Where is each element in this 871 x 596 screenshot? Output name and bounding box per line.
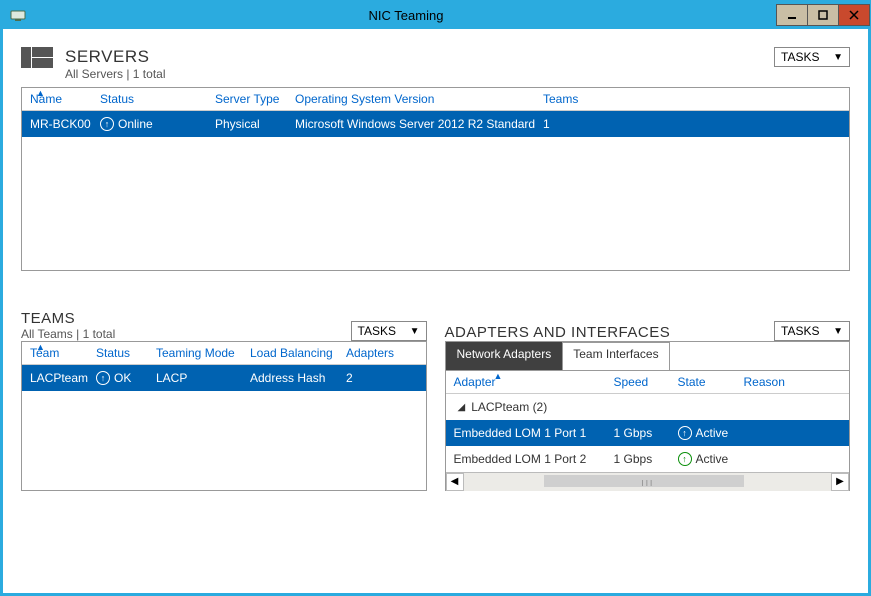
server-teams: 1 (543, 117, 603, 131)
scroll-grip-icon: III (642, 479, 655, 488)
minimize-button[interactable] (776, 4, 808, 26)
chevron-down-icon: ▼ (833, 326, 843, 337)
col-teams[interactable]: Teams (543, 92, 603, 106)
adapter-row-1[interactable]: Embedded LOM 1 Port 1 1 Gbps ↑ Active (446, 420, 850, 446)
col-speed[interactable]: Speed (614, 375, 678, 389)
col-adapters[interactable]: Adapters (346, 346, 402, 360)
window-buttons (777, 4, 870, 26)
servers-subtitle: All Servers | 1 total (65, 67, 774, 81)
titlebar: NIC Teaming (1, 1, 870, 29)
team-name: LACPteam (30, 371, 96, 385)
sort-asc-icon: ▲ (494, 371, 503, 381)
teams-title: TEAMS (21, 310, 115, 327)
col-teaming-mode[interactable]: Teaming Mode (156, 346, 250, 360)
team-mode: LACP (156, 371, 250, 385)
col-name[interactable]: ▲Name (30, 92, 100, 106)
horizontal-scrollbar[interactable]: ◀ III ▶ (446, 472, 850, 490)
tasks-label: TASKS (781, 50, 819, 64)
col-adapter[interactable]: ▲Adapter (454, 375, 614, 389)
adapter-speed: 1 Gbps (614, 426, 678, 440)
adapters-pane: ADAPTERS AND INTERFACES TASKS ▼ Network … (445, 293, 851, 491)
sort-asc-icon: ▲ (36, 342, 45, 352)
servers-header: SERVERS All Servers | 1 total TASKS ▼ (21, 47, 850, 81)
servers-tasks-button[interactable]: TASKS ▼ (774, 47, 850, 67)
adapter-state: ↑ Active (678, 452, 768, 466)
sort-asc-icon: ▲ (36, 88, 45, 98)
chevron-down-icon: ▼ (410, 326, 420, 337)
server-row[interactable]: MR-BCK00 ↑ Online Physical Microsoft Win… (22, 111, 849, 137)
scroll-right-icon[interactable]: ▶ (831, 473, 849, 491)
adapter-name: Embedded LOM 1 Port 1 (454, 426, 614, 440)
collapse-icon: ◢ (458, 402, 466, 413)
adapters-tasks-button[interactable]: TASKS ▼ (774, 321, 850, 341)
col-os[interactable]: Operating System Version (295, 92, 543, 106)
teams-tasks-button[interactable]: TASKS ▼ (351, 321, 427, 341)
status-up-icon: ↑ (100, 117, 114, 131)
status-up-icon: ↑ (678, 452, 692, 466)
servers-icon (21, 47, 55, 77)
col-server-type[interactable]: Server Type (215, 92, 295, 106)
window-title: NIC Teaming (35, 8, 777, 23)
status-up-icon: ↑ (96, 371, 110, 385)
servers-title: SERVERS (65, 47, 774, 67)
adapter-name: Embedded LOM 1 Port 2 (454, 452, 614, 466)
window-frame: NIC Teaming SERVERS All Servers | 1 tota… (0, 0, 871, 596)
app-icon (7, 4, 29, 26)
client-area: SERVERS All Servers | 1 total TASKS ▼ ▲N… (3, 29, 868, 593)
tab-team-interfaces[interactable]: Team Interfaces (562, 342, 669, 370)
servers-columns: ▲Name Status Server Type Operating Syste… (22, 88, 849, 111)
teams-columns: ▲Team Status Teaming Mode Load Balancing… (22, 342, 426, 365)
team-status: ↑ OK (96, 371, 156, 385)
adapter-group[interactable]: ◢ LACPteam (2) (446, 394, 850, 420)
scroll-track[interactable]: III (464, 473, 832, 491)
teams-grid: ▲Team Status Teaming Mode Load Balancing… (21, 341, 427, 491)
col-state[interactable]: State (678, 375, 744, 389)
adapter-speed: 1 Gbps (614, 452, 678, 466)
team-lb: Address Hash (250, 371, 346, 385)
tab-strip: Network Adapters Team Interfaces (446, 342, 850, 370)
tasks-label: TASKS (358, 324, 396, 338)
col-load-balancing[interactable]: Load Balancing (250, 346, 346, 360)
col-reason[interactable]: Reason (744, 375, 804, 389)
col-team[interactable]: ▲Team (30, 346, 96, 360)
teams-subtitle: All Teams | 1 total (21, 327, 115, 341)
close-button[interactable] (838, 4, 870, 26)
lower-panes: TEAMS All Teams | 1 total TASKS ▼ ▲Team … (21, 293, 850, 491)
adapter-state: ↑ Active (678, 426, 768, 440)
adapters-title: ADAPTERS AND INTERFACES (445, 324, 671, 341)
servers-grid: ▲Name Status Server Type Operating Syste… (21, 87, 850, 271)
server-type: Physical (215, 117, 295, 131)
col-status[interactable]: Status (96, 346, 156, 360)
chevron-down-icon: ▼ (833, 52, 843, 63)
tasks-label: TASKS (781, 324, 819, 338)
scroll-left-icon[interactable]: ◀ (446, 473, 464, 491)
adapters-grid: Network Adapters Team Interfaces ▲Adapte… (445, 341, 851, 491)
col-status[interactable]: Status (100, 92, 215, 106)
team-adapters: 2 (346, 371, 402, 385)
server-name: MR-BCK00 (30, 117, 100, 131)
tab-network-adapters[interactable]: Network Adapters (446, 342, 563, 370)
adapters-columns: ▲Adapter Speed State Reason (446, 370, 850, 394)
team-row[interactable]: LACPteam ↑ OK LACP Address Hash 2 (22, 365, 426, 391)
server-os: Microsoft Windows Server 2012 R2 Standar… (295, 117, 543, 131)
adapter-row-2[interactable]: Embedded LOM 1 Port 2 1 Gbps ↑ Active (446, 446, 850, 472)
status-up-icon: ↑ (678, 426, 692, 440)
teams-pane: TEAMS All Teams | 1 total TASKS ▼ ▲Team … (21, 293, 427, 491)
maximize-button[interactable] (807, 4, 839, 26)
group-label: LACPteam (2) (471, 400, 547, 414)
server-status: ↑ Online (100, 117, 215, 131)
